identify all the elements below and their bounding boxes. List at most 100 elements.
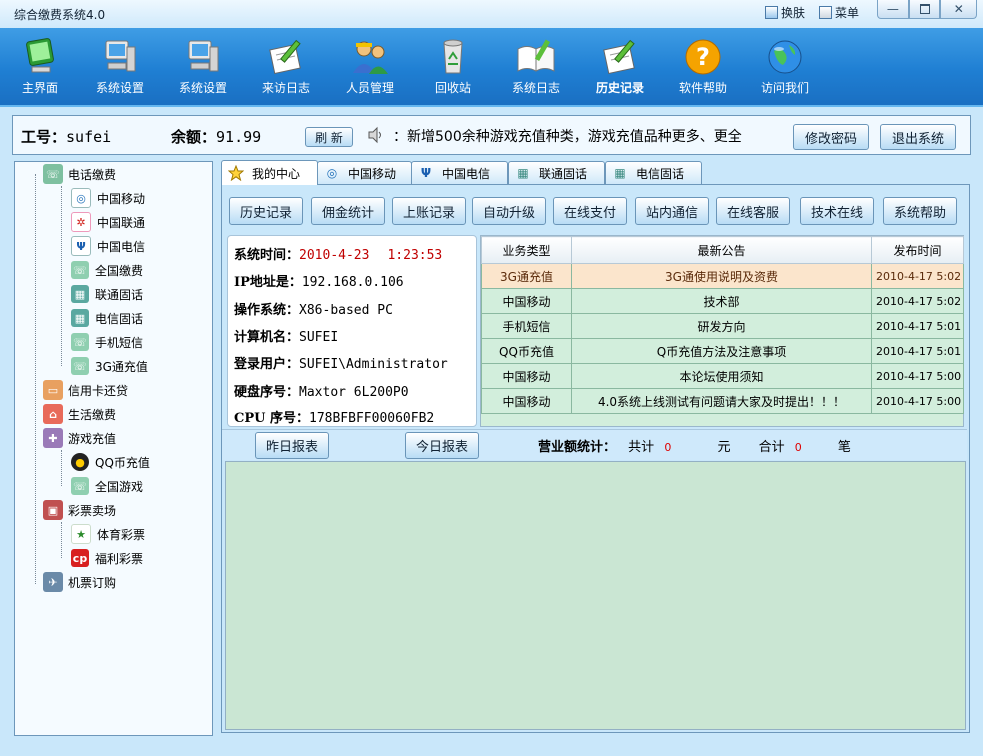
phone-card-icon: ☏ — [71, 477, 89, 495]
tab-china-mobile[interactable]: ◎ 中国移动 — [317, 161, 412, 184]
title-bar: 综合缴费系统4.0 换肤 菜单 — ✕ — [0, 0, 983, 28]
toolbar-recycle-bin[interactable]: 回收站 — [413, 28, 493, 105]
column-header-type[interactable]: 业务类型 — [481, 236, 572, 264]
tree-group-air-ticket-label: 机票订购 — [68, 575, 117, 590]
cpu-serial-value: 178BFBFF00060FB2 — [309, 411, 435, 426]
table-row[interactable]: 手机短信 研发方向 2010-4-17 5:01 — [481, 313, 964, 339]
internal-message-button[interactable]: 站内通信 — [635, 197, 709, 225]
tree-item-national-payment[interactable]: ☏ 全国缴费 — [71, 259, 143, 281]
tab-telecom-landline[interactable]: ▦ 电信固话 — [605, 161, 702, 184]
tree-item-telecom-landline[interactable]: ▦ 电信固话 — [71, 307, 143, 329]
toolbar-visit-us[interactable]: 访问我们 — [745, 28, 825, 105]
tab-china-telecom[interactable]: Ψ 中国电信 — [411, 161, 508, 184]
online-service-button[interactable]: 在线客服 — [716, 197, 790, 225]
disk-serial: 硬盘序号：Maxtor 6L200P0 — [234, 381, 409, 400]
tree-item-china-unicom[interactable]: ✲ 中国联通 — [71, 211, 145, 233]
close-button[interactable]: ✕ — [940, 0, 977, 19]
toolbar-staff[interactable]: 人员管理 — [330, 28, 410, 105]
notice-title[interactable]: 研发方向 — [571, 313, 872, 339]
tree-item-sms[interactable]: ☏ 手机短信 — [71, 331, 143, 353]
notice-title[interactable]: 4.0系统上线测试有问题请大家及时提出！！！ — [571, 388, 872, 414]
tree-item-welfare-lottery[interactable]: cp 福利彩票 — [71, 547, 143, 569]
refresh-button[interactable]: 刷 新 — [305, 127, 353, 147]
tree-group-game[interactable]: ✚ 游戏充值 — [43, 427, 116, 449]
tree-item-sms-label: 手机短信 — [95, 335, 144, 350]
tree-group-living-label: 生活缴费 — [68, 407, 117, 422]
toolbar-visit-log[interactable]: 来访日志 — [246, 28, 326, 105]
tab-unicom-landline[interactable]: ▦ 联通固话 — [508, 161, 605, 184]
tree-item-3g-recharge[interactable]: ☏ 3G通充值 — [71, 355, 148, 377]
tree-item-national-game[interactable]: ☏ 全国游戏 — [71, 475, 143, 497]
qq-penguin-icon: ● — [71, 453, 89, 471]
tree-group-living[interactable]: ⌂ 生活缴费 — [43, 403, 116, 425]
balance: 余额：91.99 — [171, 126, 261, 147]
toolbar-visit-us-label: 访问我们 — [760, 81, 809, 95]
tree-item-china-telecom[interactable]: Ψ 中国电信 — [71, 235, 145, 257]
notice-type: 中国移动 — [481, 288, 572, 314]
news-marquee: ：新增500余种游戏充值种类，游戏充值品种更多、更全 — [393, 129, 742, 145]
tree-item-china-telecom-label: 中国电信 — [97, 239, 146, 254]
column-header-time[interactable]: 发布时间 — [871, 236, 964, 264]
tree-group-lottery[interactable]: ▣ 彩票卖场 — [43, 499, 116, 521]
table-row[interactable]: 中国移动 技术部 2010-4-17 5:02 — [481, 288, 964, 314]
tree-item-sports-lottery-label: 体育彩票 — [97, 527, 146, 542]
tree-group-credit-card[interactable]: ▭ 信用卡还贷 — [43, 379, 128, 401]
table-row[interactable]: 中国移动 4.0系统上线测试有问题请大家及时提出！！！ 2010-4-17 5:… — [481, 388, 964, 414]
notice-time: 2010-4-17 5:01 — [871, 338, 964, 364]
change-password-button[interactable]: 修改密码 — [793, 124, 869, 150]
table-row[interactable]: 中国移动 本论坛使用须知 2010-4-17 5:00 — [481, 363, 964, 389]
tab-my-center[interactable]: 我的中心 — [221, 160, 318, 185]
exit-system-button[interactable]: 退出系统 — [880, 124, 956, 150]
credit-card-icon: ▭ — [43, 380, 63, 400]
revenue-stats-label: 营业额统计： — [538, 440, 617, 455]
auto-upgrade-button[interactable]: 自动升级 — [472, 197, 546, 225]
skin-link[interactable]: 换肤 — [765, 4, 805, 21]
balance-label: 余额： — [171, 128, 217, 146]
speaker-icon — [368, 126, 381, 144]
tree-group-credit-card-label: 信用卡还贷 — [68, 383, 129, 398]
history-records-button[interactable]: 历史记录 — [229, 197, 303, 225]
tree-group-phone[interactable]: ☏ 电话缴费 — [43, 163, 116, 185]
phone-card-icon: ☏ — [71, 261, 89, 279]
table-row[interactable]: QQ币充值 Q币充值方法及注意事项 2010-4-17 5:01 — [481, 338, 964, 364]
tree-item-qq-coin[interactable]: ● QQ币充值 — [71, 451, 150, 473]
column-header-notice[interactable]: 最新公告 — [571, 236, 872, 264]
total-amount-value: 0 — [664, 441, 672, 454]
login-user-value: SUFEI\Administrator — [299, 357, 448, 372]
toolbar-recycle-bin-label: 回收站 — [434, 81, 471, 95]
notice-time: 2010-4-17 5:00 — [871, 363, 964, 389]
toolbar-system-log[interactable]: 系统日志 — [496, 28, 576, 105]
system-help-button[interactable]: 系统帮助 — [883, 197, 957, 225]
tree-connector — [35, 174, 36, 584]
disk-serial-value: Maxtor 6L200P0 — [299, 385, 409, 400]
computer-icon — [105, 40, 136, 72]
commission-stats-button[interactable]: 佣金统计 — [311, 197, 385, 225]
online-payment-button[interactable]: 在线支付 — [553, 197, 627, 225]
yesterday-report-button[interactable]: 昨日报表 — [255, 432, 329, 459]
toolbar-settings-2[interactable]: 系统设置 — [163, 28, 243, 105]
tree-item-sports-lottery[interactable]: ★ 体育彩票 — [71, 523, 145, 545]
toolbar-home[interactable]: 主界面 — [0, 28, 80, 105]
notepad-pen-icon — [269, 39, 301, 75]
minimize-button[interactable]: — — [877, 0, 909, 19]
system-time: 系统时间：2010-4-23 1:23:53 — [234, 244, 442, 263]
toolbar-settings-1[interactable]: 系统设置 — [80, 28, 160, 105]
tree-group-air-ticket[interactable]: ✈ 机票订购 — [43, 571, 116, 593]
notice-title[interactable]: Q币充值方法及注意事项 — [571, 338, 872, 364]
today-report-button[interactable]: 今日报表 — [405, 432, 479, 459]
tree-item-unicom-landline[interactable]: ▦ 联通固话 — [71, 283, 143, 305]
system-time-label: 系统时间： — [234, 248, 300, 263]
menu-link[interactable]: 菜单 — [819, 4, 859, 21]
toolbar-history[interactable]: 历史记录 — [580, 28, 660, 105]
maximize-button[interactable] — [908, 0, 941, 19]
tree-item-china-mobile-label: 中国移动 — [97, 191, 146, 206]
table-row[interactable]: 3G通充值 3G通使用说明及资费 2010-4-17 5:02 — [481, 263, 964, 289]
notice-title[interactable]: 技术部 — [571, 288, 872, 314]
tech-online-button[interactable]: 技术在线 — [800, 197, 874, 225]
posting-records-button[interactable]: 上账记录 — [392, 197, 466, 225]
notice-title[interactable]: 本论坛使用须知 — [571, 363, 872, 389]
notice-title[interactable]: 3G通使用说明及资费 — [571, 263, 872, 289]
tree-item-china-mobile[interactable]: ◎ 中国移动 — [71, 187, 145, 209]
toolbar-help[interactable]: ? 软件帮助 — [663, 28, 743, 105]
balance-value: 91.99 — [216, 128, 262, 146]
